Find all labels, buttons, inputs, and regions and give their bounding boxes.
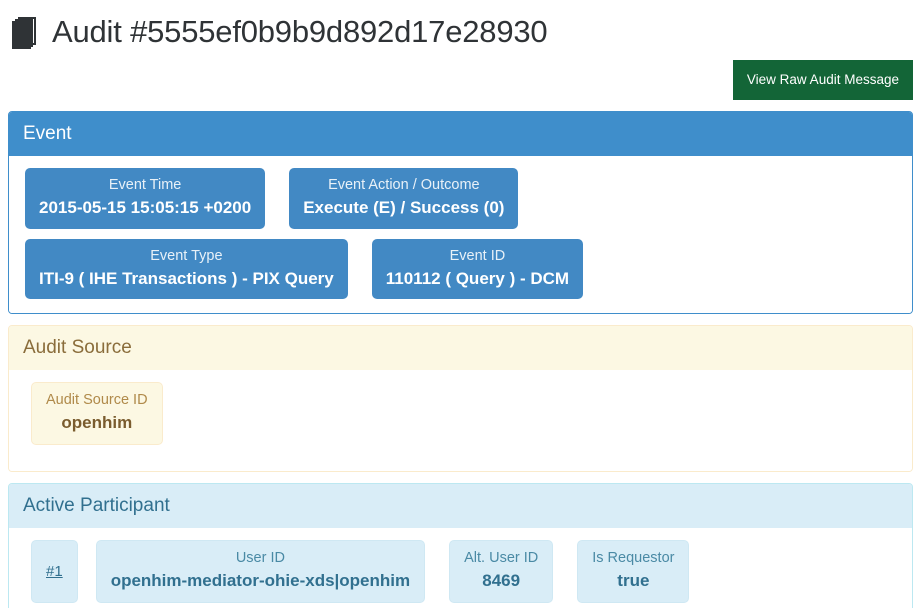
field-label: Event Type <box>150 247 223 264</box>
field-value: openhim-mediator-ohie-xds|openhim <box>110 570 411 590</box>
field-label: Event Action / Outcome <box>328 176 480 193</box>
field-label: Alt. User ID <box>464 549 539 566</box>
field-value: openhim <box>61 413 133 433</box>
event-row-1: Event Time 2015-05-15 15:05:15 +0200 Eve… <box>15 167 906 239</box>
field-value: Execute (E) / Success (0) <box>303 197 505 217</box>
field-event-id: Event ID 110112 ( Query ) - DCM <box>371 238 584 300</box>
panel-active-participant-heading: Active Participant <box>9 483 912 528</box>
panel-event-body: Event Time 2015-05-15 15:05:15 +0200 Eve… <box>9 155 912 314</box>
action-bar: View Raw Audit Message <box>8 56 913 100</box>
panel-audit-source-body: Audit Source ID openhim <box>9 370 912 471</box>
field-is-requestor: Is Requestor true <box>577 539 690 603</box>
page-header: Audit #5555ef0b9b9d892d17e28930 <box>8 0 913 56</box>
field-value: 8469 <box>482 570 521 590</box>
page-title: Audit #5555ef0b9b9d892d17e28930 <box>52 14 548 49</box>
field-user-id: User ID openhim-mediator-ohie-xds|openhi… <box>95 539 426 603</box>
panel-audit-source-heading: Audit Source <box>9 326 912 371</box>
panel-audit-source: Audit Source Audit Source ID openhim <box>8 325 913 472</box>
field-label: User ID <box>235 549 285 566</box>
field-label: Is Requestor <box>592 549 675 566</box>
view-raw-audit-message-button[interactable]: View Raw Audit Message <box>732 60 913 100</box>
event-row-2: Event Type ITI-9 ( IHE Transactions ) - … <box>15 238 906 310</box>
field-label: Event ID <box>449 247 506 264</box>
field-event-action-outcome: Event Action / Outcome Execute (E) / Suc… <box>289 167 519 229</box>
audit-detail-page: Audit #5555ef0b9b9d892d17e28930 View Raw… <box>0 0 921 608</box>
book-icon <box>12 17 38 49</box>
panel-event-heading: Event <box>9 112 912 156</box>
panel-active-participant-body: #1 User ID openhim-mediator-ohie-xds|ope… <box>9 527 912 608</box>
field-label: Event Time <box>108 176 182 193</box>
field-value: true <box>617 570 650 590</box>
field-value: ITI-9 ( IHE Transactions ) - PIX Query <box>39 268 334 288</box>
participant-index-link[interactable]: #1 <box>31 539 78 603</box>
field-alt-user-id: Alt. User ID 8469 <box>449 539 554 603</box>
panel-active-participant: Active Participant #1 User ID openhim-me… <box>8 482 913 608</box>
field-audit-source-id: Audit Source ID openhim <box>31 382 163 445</box>
field-label: Audit Source ID <box>46 392 148 409</box>
panel-event: Event Event Time 2015-05-15 15:05:15 +02… <box>8 111 913 315</box>
field-value: 2015-05-15 15:05:15 +0200 <box>39 197 252 217</box>
field-value: 110112 ( Query ) - DCM <box>385 268 570 288</box>
field-event-time: Event Time 2015-05-15 15:05:15 +0200 <box>25 167 266 229</box>
field-event-type: Event Type ITI-9 ( IHE Transactions ) - … <box>25 238 348 300</box>
